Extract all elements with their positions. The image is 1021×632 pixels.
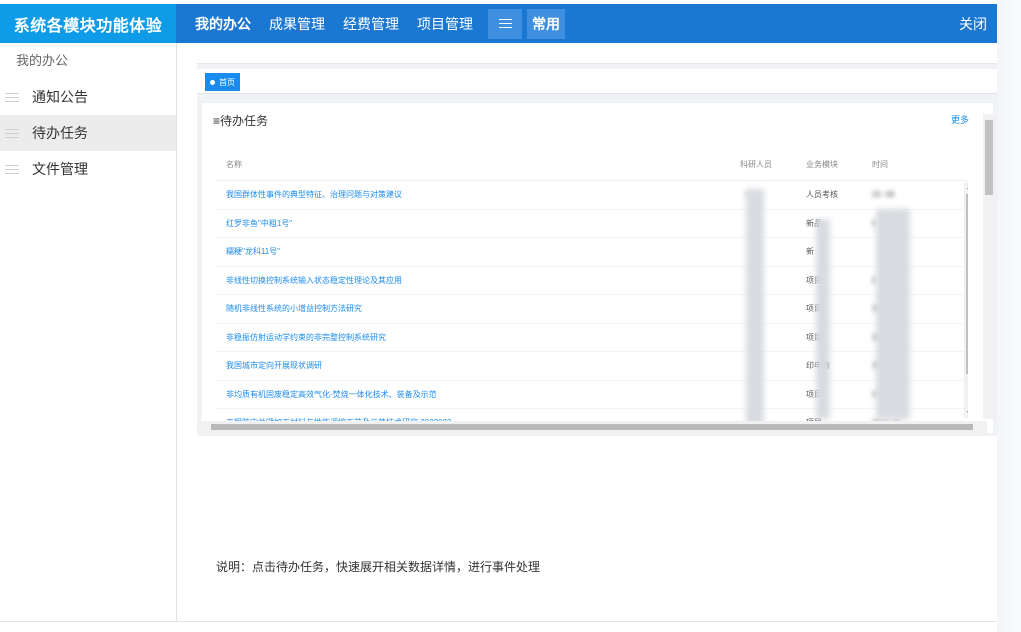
task-module: 人员考核: [806, 190, 838, 199]
nav-item-my-office[interactable]: 我的办公: [186, 4, 260, 43]
table-row[interactable]: 红罗非鱼"中粗1号" 新品 5: [216, 210, 968, 238]
nav-item-achievements[interactable]: 成果管理: [260, 4, 334, 43]
sidebar-header: 我的办公: [16, 53, 69, 68]
scroll-down-icon[interactable]: [967, 411, 968, 415]
table-row[interactable]: 非线性切换控制系统输入状态稳定性理论及其应用 项目 0: [216, 267, 968, 295]
task-name-link[interactable]: 我国城市定向开展现状调研: [226, 352, 726, 380]
more-link[interactable]: 更多: [951, 113, 969, 126]
preview-screenshot: 首页 ≡待办任务 更多 名称 科研人员 业务模块 时间 我国群体性事件的典型特征…: [197, 63, 997, 436]
task-name-link[interactable]: 非稳振仿射运动学约束的非完整控制系统研究: [226, 324, 726, 352]
task-name-link[interactable]: 糯粳"龙科11号": [226, 238, 726, 266]
sidebar-item-label: 待办任务: [32, 125, 88, 141]
sidebar-item-files[interactable]: 文件管理: [0, 151, 176, 187]
todo-table: 名称 科研人员 业务模块 时间 我国群体性事件的典型特征、治理问题与对策建议 一…: [216, 149, 968, 429]
list-icon: [5, 92, 19, 102]
window-edge: [997, 0, 1021, 632]
table-row[interactable]: 我国群体性事件的典型特征、治理问题与对策建议 一 人员考核 20 -06: [216, 181, 968, 210]
table-row[interactable]: 非稳振仿射运动学约束的非完整控制系统研究 项目 26: [216, 324, 968, 352]
privacy-blur: [876, 209, 910, 419]
hamburger-icon: [498, 23, 512, 24]
todo-card-title: ≡待办任务: [213, 114, 269, 128]
column-header-name: 名称: [226, 160, 242, 169]
sidebar-item-notices[interactable]: 通知公告: [0, 79, 176, 115]
table-vertical-scrollbar[interactable]: [964, 182, 968, 418]
task-module: 项目: [806, 275, 822, 285]
task-name-link[interactable]: 我国群体性事件的典型特征、治理问题与对策建议: [226, 181, 726, 209]
preview-horizontal-scrollbar[interactable]: [197, 421, 987, 433]
table-header: 名称 科研人员 业务模块 时间: [216, 149, 968, 181]
column-header-time: 时间: [872, 160, 888, 169]
task-module: 项目: [806, 304, 822, 313]
column-header-person: 科研人员: [740, 160, 772, 169]
top-nav: 我的办公 成果管理 经费管理 项目管理 常用: [176, 4, 565, 43]
task-time: 20 -06: [872, 190, 895, 199]
dot-icon: [210, 79, 215, 85]
preview-tab-home[interactable]: 首页: [205, 73, 240, 91]
sidebar: 我的办公 通知公告 待办任务 文件管理: [0, 43, 177, 622]
table-row[interactable]: 随机非线性系统的小增益控制方法研究 项目 26: [216, 295, 968, 324]
sidebar-item-todo[interactable]: 待办任务: [0, 115, 176, 151]
task-module: 印申请: [806, 352, 858, 380]
close-button[interactable]: 关闭: [959, 4, 987, 43]
instruction-note: 说明：点击待办任务，快速展开相关数据详情，进行事件处理: [216, 560, 541, 574]
preview-tab-label: 首页: [219, 77, 235, 87]
table-row[interactable]: 我国城市定向开展现状调研 印申请 30: [216, 352, 968, 381]
privacy-blur: [816, 219, 830, 419]
task-module: 项目: [806, 332, 822, 342]
nav-common-button[interactable]: 常用: [527, 8, 565, 39]
sidebar-item-label: 通知公告: [32, 89, 88, 105]
task-name-link[interactable]: 非均质有机固废稳定高效气化-焚烧一体化技术、装备及示范: [226, 381, 726, 409]
nav-menu-button[interactable]: [488, 8, 522, 39]
nav-item-projects[interactable]: 项目管理: [408, 4, 482, 43]
divider: [0, 621, 997, 622]
sidebar-item-label: 文件管理: [32, 161, 88, 177]
list-icon: [5, 164, 19, 174]
brand-title: 系统各模块功能体验: [0, 4, 176, 43]
task-name-link[interactable]: 随机非线性系统的小增益控制方法研究: [226, 295, 726, 323]
table-row[interactable]: 糯粳"龙科11号" 新: [216, 238, 968, 267]
privacy-blur: [746, 189, 764, 429]
preview-tab-bar: 首页: [197, 69, 997, 94]
scroll-up-icon[interactable]: [967, 185, 968, 189]
scrollbar-thumb[interactable]: [985, 120, 993, 195]
task-name-link[interactable]: 红罗非鱼"中粗1号": [226, 210, 726, 238]
nav-item-funding[interactable]: 经费管理: [334, 4, 408, 43]
task-module: 项目: [806, 389, 822, 399]
top-bar: 系统各模块功能体验 我的办公 成果管理 经费管理 项目管理 常用 关闭: [0, 4, 997, 43]
preview-vertical-scrollbar[interactable]: [983, 114, 995, 419]
todo-card: ≡待办任务 更多 名称 科研人员 业务模块 时间 我国群体性事件的典型特征、治理…: [202, 103, 993, 433]
task-module: 新: [806, 247, 814, 256]
list-icon: [5, 128, 19, 138]
scrollbar-thumb[interactable]: [966, 194, 968, 374]
task-name-link[interactable]: 非线性切换控制系统输入状态稳定性理论及其应用: [226, 267, 726, 295]
task-module: 新品: [806, 218, 822, 228]
scrollbar-thumb[interactable]: [211, 424, 973, 430]
column-header-module: 业务模块: [806, 160, 838, 169]
table-row[interactable]: 非均质有机固废稳定高效气化-焚烧一体化技术、装备及示范 项目 07: [216, 381, 968, 409]
